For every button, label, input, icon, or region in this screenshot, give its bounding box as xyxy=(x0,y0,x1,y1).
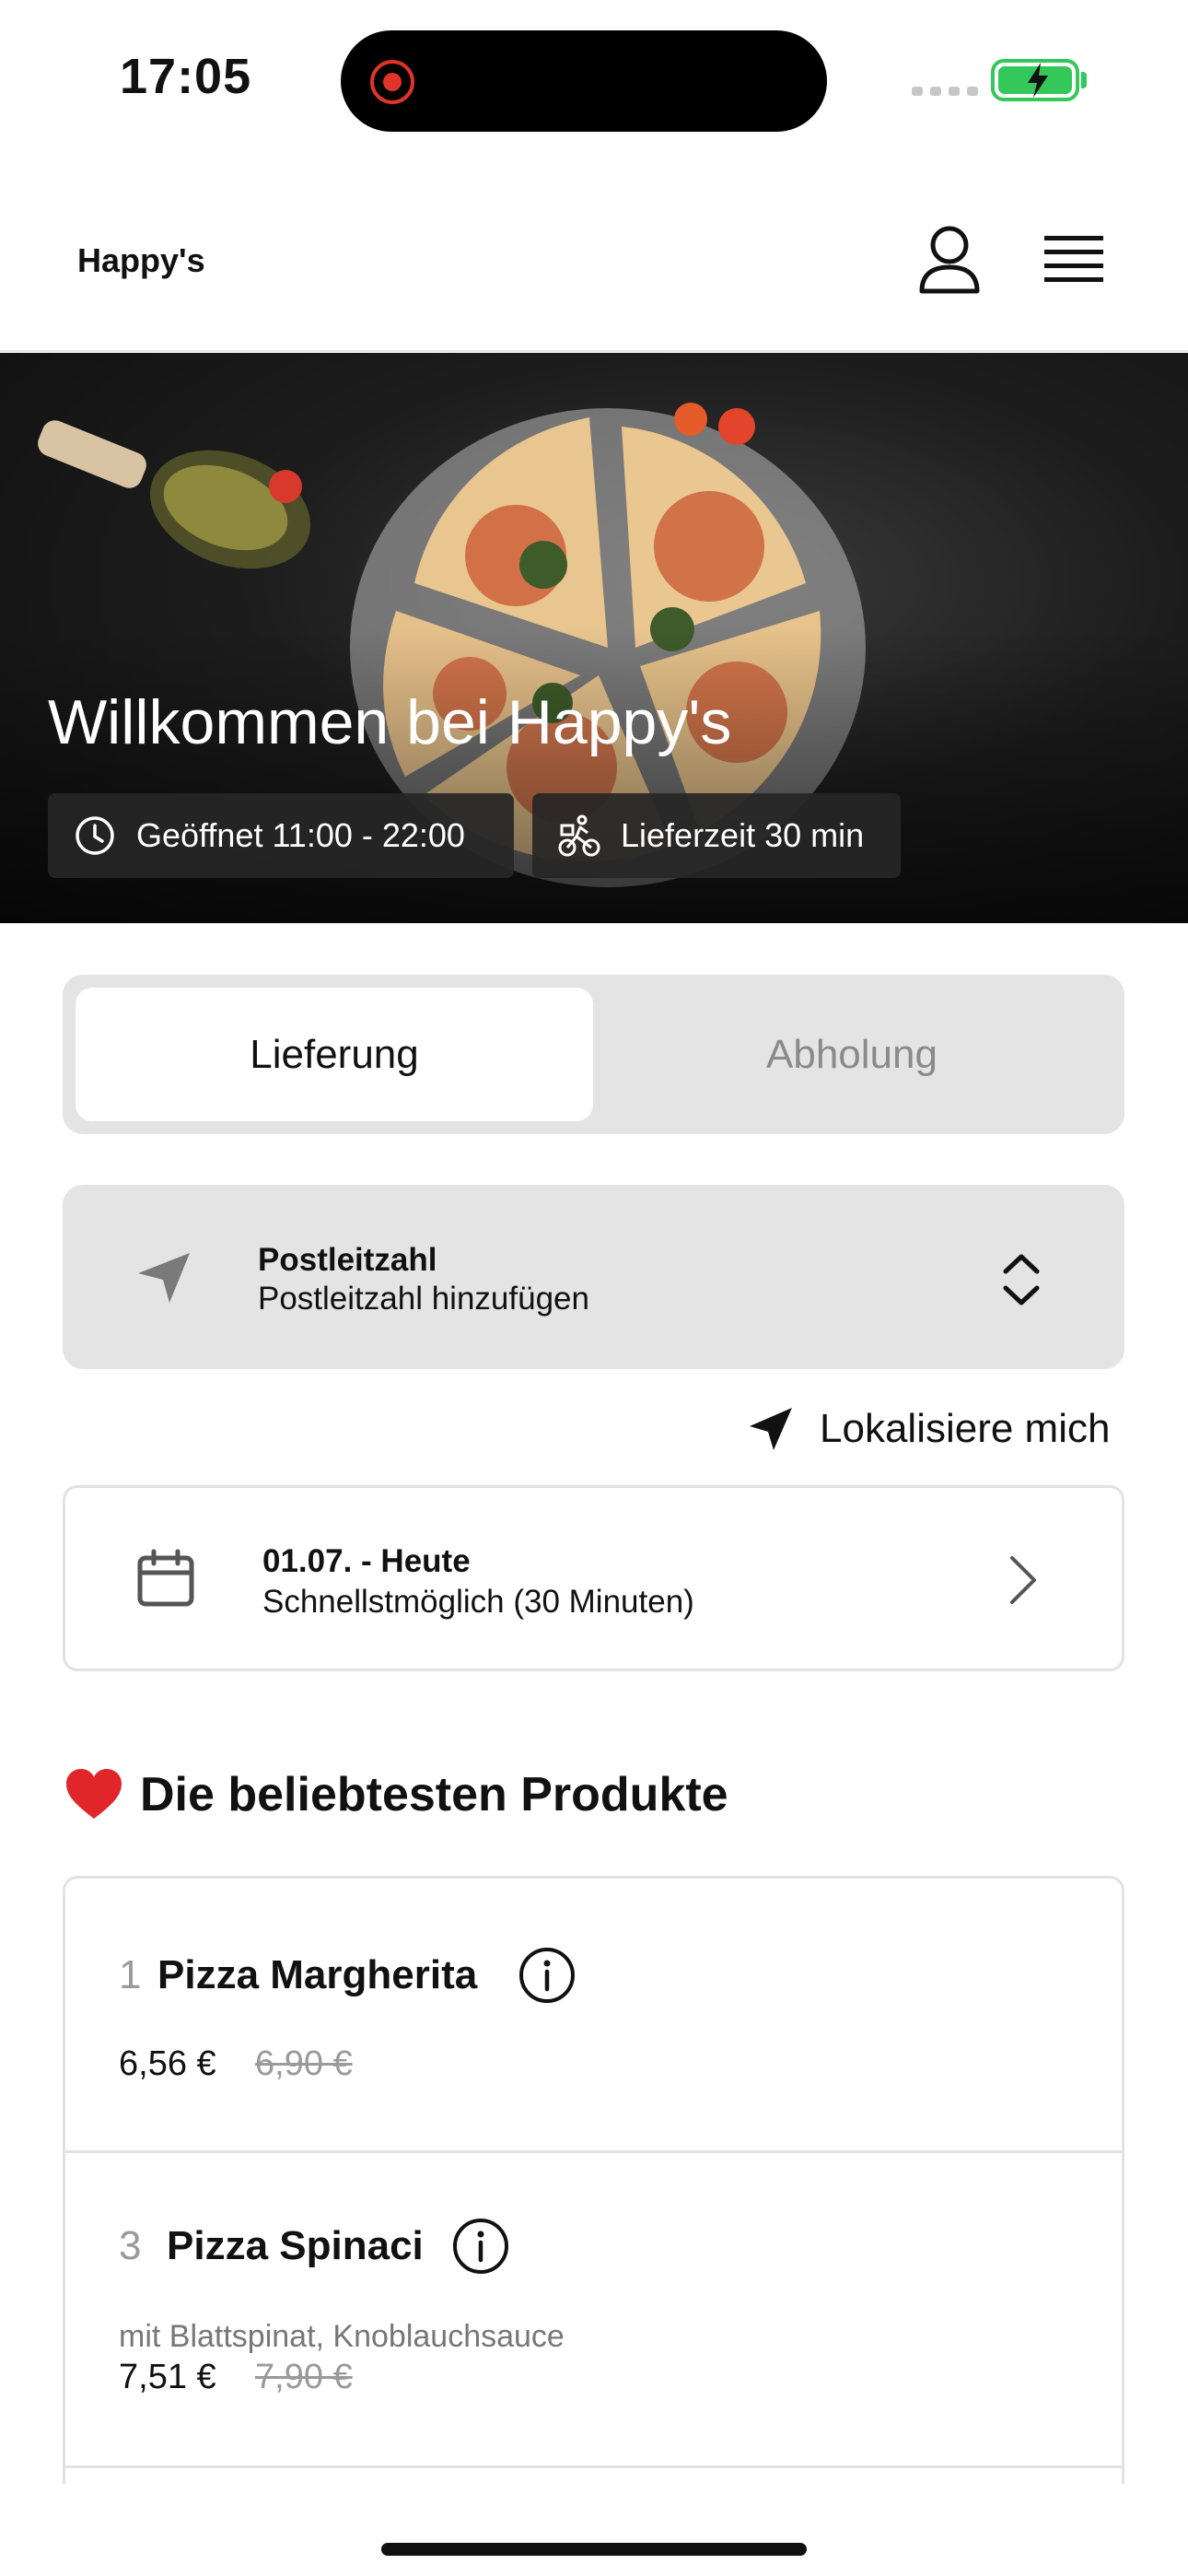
order-mode-toggle: Lieferung Abholung xyxy=(63,975,1124,1134)
popular-products-heading: Die beliebtesten Produkte xyxy=(64,1767,728,1822)
product-rank: 1 xyxy=(119,1952,142,1997)
postal-code-placeholder: Postleitzahl hinzufügen xyxy=(258,1281,589,1317)
navigation-arrow-icon xyxy=(750,1408,792,1450)
selected-date: 01.07. - Heute xyxy=(262,1543,471,1579)
product-item[interactable]: 3 Pizza Spinaci mit Blattspinat, Knoblau… xyxy=(65,2153,1122,2468)
product-old-price: 7,90 € xyxy=(255,2358,353,2396)
info-icon[interactable] xyxy=(518,1947,576,2004)
delivery-time-badge: Lieferzeit 30 min xyxy=(532,793,901,878)
hero-title: Willkommen bei Happy's xyxy=(48,687,732,757)
charging-bolt-icon xyxy=(1028,63,1048,98)
heart-icon xyxy=(66,1769,122,1819)
home-indicator[interactable] xyxy=(381,2543,807,2556)
chevron-up-down-icon xyxy=(1003,1254,1040,1306)
clock-icon xyxy=(76,816,114,855)
hero-banner: Willkommen bei Happy's Geöffnet 11:00 - … xyxy=(0,353,1188,923)
locate-me-button[interactable]: Lokalisiere mich xyxy=(748,1400,1110,1458)
pickup-tab[interactable]: Abholung xyxy=(593,988,1111,1121)
product-name: Pizza Margherita xyxy=(157,1952,478,1997)
product-description: mit Blattspinat, Knoblauchsauce xyxy=(119,2319,565,2354)
delivery-time-selector[interactable]: 01.07. - Heute Schnellstmöglich (30 Minu… xyxy=(63,1485,1124,1671)
opening-hours-badge: Geöffnet 11:00 - 22:00 xyxy=(48,793,514,878)
bicycle-courier-icon xyxy=(558,814,600,857)
postal-code-label: Postleitzahl xyxy=(258,1242,437,1278)
dynamic-island xyxy=(341,30,827,132)
postal-code-selector[interactable]: Postleitzahl Postleitzahl hinzufügen xyxy=(63,1185,1124,1369)
battery-icon xyxy=(991,59,1079,101)
product-name: Pizza Spinaci xyxy=(167,2223,424,2268)
hero-shade xyxy=(0,628,1188,923)
product-item[interactable]: 1 Pizza Margherita 6,56 € 6,90 € xyxy=(65,1879,1122,2153)
selected-time: Schnellstmöglich (30 Minuten) xyxy=(262,1584,694,1620)
delivery-tab[interactable]: Lieferung xyxy=(76,988,593,1121)
battery-tip xyxy=(1081,72,1087,88)
locate-me-label: Lokalisiere mich xyxy=(820,1406,1111,1451)
location-arrow-icon xyxy=(138,1253,190,1303)
brand-name[interactable]: Happy's xyxy=(77,241,205,280)
status-bar: 17:05 xyxy=(0,0,1188,157)
product-price: 7,51 € xyxy=(119,2358,216,2396)
recording-indicator-icon xyxy=(370,60,414,104)
hamburger-menu-icon[interactable] xyxy=(1044,234,1103,286)
user-account-icon[interactable] xyxy=(917,225,982,295)
chevron-right-icon xyxy=(1010,1556,1036,1604)
calendar-icon xyxy=(137,1549,194,1607)
info-icon[interactable] xyxy=(452,2218,509,2275)
product-old-price: 6,90 € xyxy=(255,2044,353,2083)
status-time: 17:05 xyxy=(120,49,252,104)
delivery-time-text: Lieferzeit 30 min xyxy=(621,816,865,854)
oil-bottle-image xyxy=(38,420,311,569)
product-price: 6,56 € xyxy=(119,2044,216,2083)
popular-products-title: Die beliebtesten Produkte xyxy=(140,1768,728,1821)
app-header: Happy's xyxy=(0,157,1188,352)
popular-products-list: 1 Pizza Margherita 6,56 € 6,90 € 3 Pizza… xyxy=(63,1876,1124,2484)
opening-hours-text: Geöffnet 11:00 - 22:00 xyxy=(136,816,465,854)
product-rank: 3 xyxy=(119,2223,142,2268)
cellular-signal-icon xyxy=(912,87,978,96)
